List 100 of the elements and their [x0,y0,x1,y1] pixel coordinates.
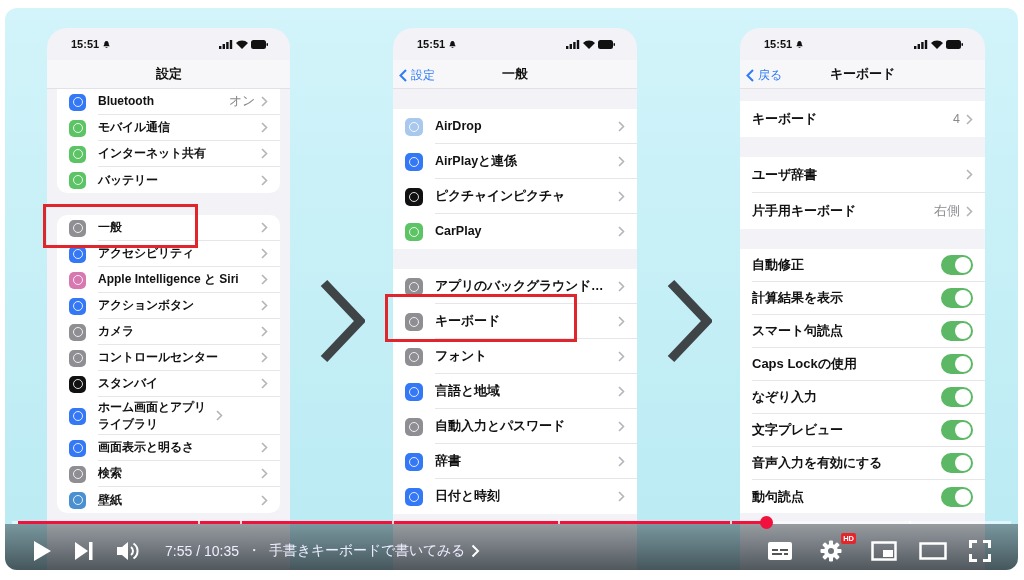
disclosure-chevron-icon [261,352,268,363]
disclosure-chevron-icon [261,148,268,159]
chevron-icon [470,544,480,558]
settings-row[interactable]: 文字プレビュー [740,414,985,447]
settings-row[interactable]: フォント [393,339,637,374]
settings-row[interactable]: Caps Lockの使用 [740,348,985,381]
disclosure-chevron-icon [261,378,268,389]
settings-row[interactable]: 音声入力を有効にする [740,447,985,480]
status-time: 15:51 [764,38,793,50]
settings-row[interactable]: ユーザ辞書 [740,157,985,193]
settings-row[interactable]: CarPlay [393,214,637,249]
row-label: AirPlayと連係 [435,152,519,170]
settings-row[interactable]: Bluetooth オン [57,89,280,115]
row-label: アクセシビリティ [98,245,195,262]
toggle-switch[interactable] [941,387,973,407]
settings-row[interactable]: アプリのバックグラウンド… [393,269,637,304]
toggle-switch[interactable] [941,420,973,440]
toggle-switch[interactable] [941,354,973,374]
settings-row[interactable]: 計算結果を表示 [740,282,985,315]
toggle-switch[interactable] [941,255,973,275]
disclosure-chevron-icon [966,113,973,125]
row-label: 辞書 [435,452,462,470]
time-display: 7:55 / 10:35 [165,543,239,559]
row-label: 計算結果を表示 [752,289,844,307]
chapter-button[interactable]: 手書きキーボードで書いてみる [268,542,480,560]
row-label: ホーム画面とアプリライブラリ [98,399,207,432]
row-label: スマート句読点 [752,322,844,340]
settings-row[interactable]: 自動入力とパスワード [393,409,637,444]
settings-row[interactable]: 日付と時刻 [393,479,637,514]
settings-row[interactable]: 壁紙 [57,487,280,513]
battery-icon [946,39,963,49]
toggle-switch[interactable] [941,321,973,341]
row-label: AirDrop [435,117,483,135]
row-label: 日付と時刻 [435,488,501,505]
disclosure-chevron-icon [618,120,625,132]
toggle-switch[interactable] [941,288,973,308]
settings-row[interactable]: 言語と地域 [393,374,637,409]
settings-row[interactable]: キーボード 4 [740,101,985,137]
row-label: フォント [435,347,488,365]
settings-row[interactable]: モバイル通信 [57,115,280,141]
row-label: ユーザ辞書 [752,165,818,184]
chevron-icon [665,278,712,364]
row-label: アプリのバックグラウンド… [435,277,605,295]
disclosure-chevron-icon [966,205,973,217]
settings-row[interactable]: コントロールセンター [57,345,280,371]
settings-row[interactable]: バッテリー [57,167,280,193]
row-label: Caps Lockの使用 [752,355,858,373]
settings-row[interactable]: アクセシビリティ [57,241,280,267]
row-label: 言語と地域 [435,382,501,400]
settings-row[interactable]: ピクチャインピクチャ [393,179,637,214]
disclosure-chevron-icon [261,222,268,233]
toggle-switch[interactable] [941,453,973,473]
settings-row[interactable]: ホーム画面とアプリライブラリ [57,397,280,435]
settings-row[interactable]: スタンバイ [57,371,280,397]
row-label: インターネット共有 [98,145,207,162]
bell-icon [795,39,805,49]
settings-row[interactable]: Apple Intelligence と Siri [57,267,280,293]
bell-icon [448,39,458,49]
wifi-icon [236,39,248,49]
settings-row[interactable]: カメラ [57,319,280,345]
disclosure-chevron-icon [261,96,268,107]
row-label: なぞり入力 [752,388,818,406]
row-label: アクションボタン [98,297,195,314]
disclosure-chevron-icon [618,420,625,432]
back-link[interactable]: 戻る [744,65,784,86]
disclosure-chevron-icon [261,274,268,285]
row-label: 一般 [98,219,123,236]
settings-row[interactable]: アクションボタン [57,293,280,319]
row-label: 検索 [98,465,123,482]
settings-row[interactable]: AirDrop [393,109,637,144]
row-label: ピクチャインピクチャ [435,187,566,205]
back-link[interactable]: 設定 [397,65,437,86]
disclosure-chevron-icon [216,410,223,421]
row-label: バッテリー [98,171,159,189]
settings-row[interactable]: 片手用キーボード 右側 [740,193,985,229]
settings-row[interactable]: スマート句読点 [740,315,985,348]
signal-icon [219,39,233,49]
disclosure-chevron-icon [618,280,625,292]
settings-row[interactable]: AirPlayと連係 [393,144,637,179]
toggle-switch[interactable] [941,486,973,507]
settings-row[interactable]: 自動修正 [740,249,985,282]
settings-row[interactable]: インターネット共有 [57,141,280,167]
row-label: 片手用キーボード [752,202,857,220]
settings-row[interactable]: 辞書 [393,444,637,479]
disclosure-chevron-icon [618,226,625,237]
wifi-icon [931,39,943,49]
settings-row[interactable]: 一般 [57,215,280,241]
disclosure-chevron-icon [618,491,625,502]
settings-row[interactable]: 動句読点 [740,480,985,513]
settings-row[interactable]: 画面表示と明るさ [57,435,280,461]
disclosure-chevron-icon [261,326,268,337]
settings-row[interactable]: キーボード [393,304,637,339]
settings-row[interactable]: なぞり入力 [740,381,985,414]
disclosure-chevron-icon [618,350,625,362]
settings-row[interactable]: 検索 [57,461,280,487]
wifi-icon [583,39,595,49]
battery-icon [598,39,615,49]
status-time: 15:51 [417,38,446,50]
row-label: キーボード [435,312,501,330]
row-label: 壁紙 [98,491,123,509]
